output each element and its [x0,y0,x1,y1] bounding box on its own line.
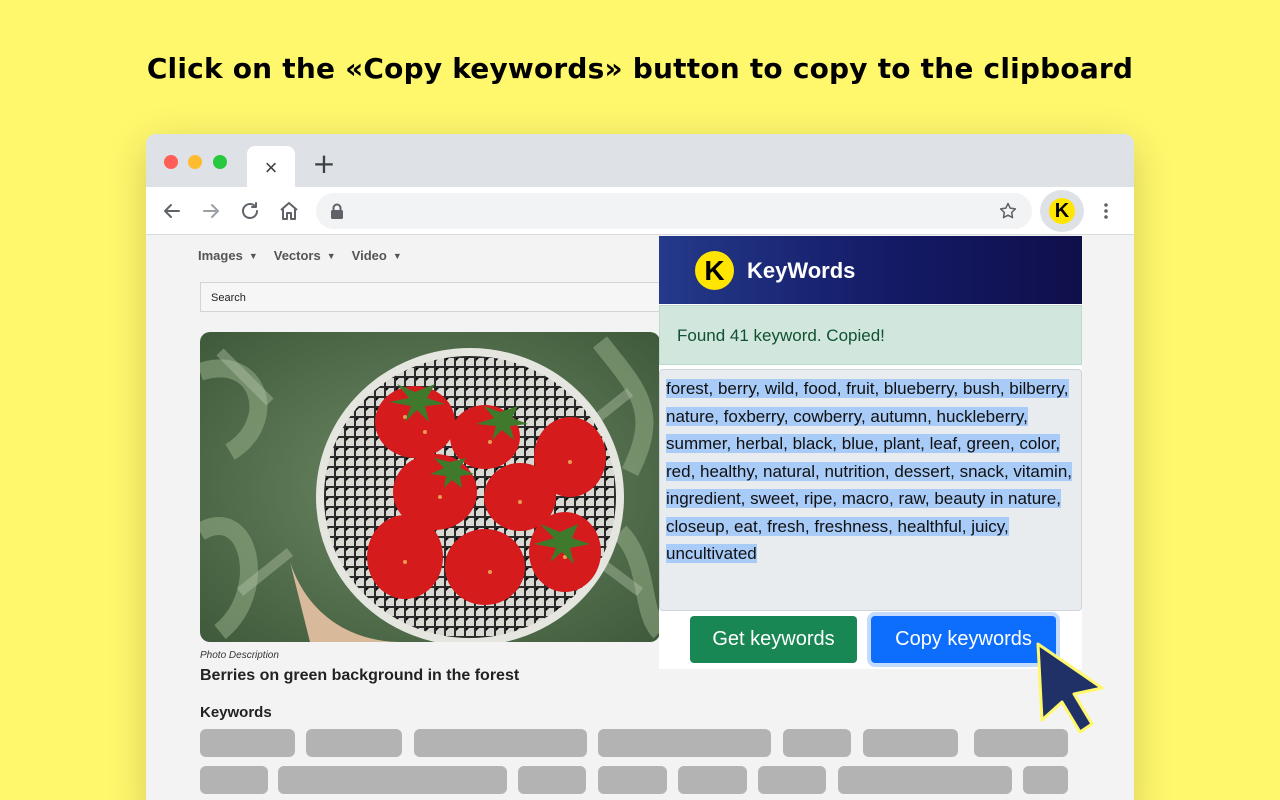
nav-item-video[interactable]: Video ▼ [352,248,402,263]
popup-header: K KeyWords [659,236,1082,304]
photo-caption: Photo Description [200,650,279,661]
more-menu-icon[interactable] [1094,199,1118,223]
keywords-extension-icon: K [1049,198,1075,224]
photo-title: Berries on green background in the fores… [200,667,520,684]
keywords-textarea[interactable]: forest, berry, wild, food, fruit, bluebe… [659,369,1082,611]
keyword-pill-placeholder [758,766,826,794]
keyword-pill-placeholder [414,729,587,757]
address-bar[interactable] [316,193,1032,229]
home-icon[interactable] [277,199,301,223]
keyword-pill-placeholder [598,766,667,794]
forward-icon[interactable] [199,199,223,223]
selected-keywords: forest, berry, wild, food, fruit, bluebe… [666,379,1072,563]
page-content: Images ▼ Vectors ▼ Video ▼ Search Photo … [146,236,1134,800]
headline: Click on the «Copy keywords» button to c… [146,52,1134,85]
nav-item-vectors[interactable]: Vectors ▼ [274,248,336,263]
nav-item-images[interactable]: Images ▼ [198,248,258,263]
browser-toolbar: K [146,187,1134,235]
get-keywords-button[interactable]: Get keywords [690,616,857,663]
keyword-pill-placeholder [863,729,958,757]
keywords-heading: Keywords [200,704,272,721]
bookmark-star-icon[interactable] [998,201,1018,221]
browser-window: × + K Images ▼ Vectors ▼ Video ▼ Search … [146,134,1134,800]
mouse-pointer-icon [1036,642,1104,734]
keyword-pill-placeholder [200,766,268,794]
popup-title: KeyWords [747,258,856,283]
caret-down-icon: ▼ [248,251,258,261]
browser-tab[interactable]: × [247,146,295,187]
minimize-window-dot[interactable] [188,155,202,169]
keyword-pill-placeholder [518,766,586,794]
keywords-logo: K [695,251,734,290]
keyword-pill-placeholder [598,729,771,757]
tab-close-icon[interactable]: × [247,155,295,181]
keyword-pill-placeholder [278,766,507,794]
keyword-pill-placeholder [1023,766,1068,794]
keyword-pill-placeholder [838,766,1012,794]
tab-bar: × + [146,134,1134,187]
new-tab-button[interactable]: + [310,150,338,178]
search-input[interactable]: Search [200,282,660,312]
reload-icon[interactable] [238,199,262,223]
caret-down-icon: ▼ [326,251,336,261]
back-icon[interactable] [160,199,184,223]
copy-keywords-button[interactable]: Copy keywords [871,616,1056,663]
status-alert: Found 41 keyword. Copied! [659,305,1082,365]
keyword-pill-placeholder [306,729,402,757]
lock-icon [331,203,343,219]
close-window-dot[interactable] [164,155,178,169]
keyword-pill-placeholder [678,766,747,794]
maximize-window-dot[interactable] [213,155,227,169]
keyword-pill-placeholder [783,729,851,757]
caret-down-icon: ▼ [392,251,402,261]
media-nav: Images ▼ Vectors ▼ Video ▼ [198,248,402,263]
keywords-extension-button[interactable]: K [1040,190,1084,232]
keywords-popup: K KeyWords Found 41 keyword. Copied! for… [659,236,1082,669]
keyword-pill-placeholder [200,729,295,757]
strawberry-photo [200,332,660,642]
